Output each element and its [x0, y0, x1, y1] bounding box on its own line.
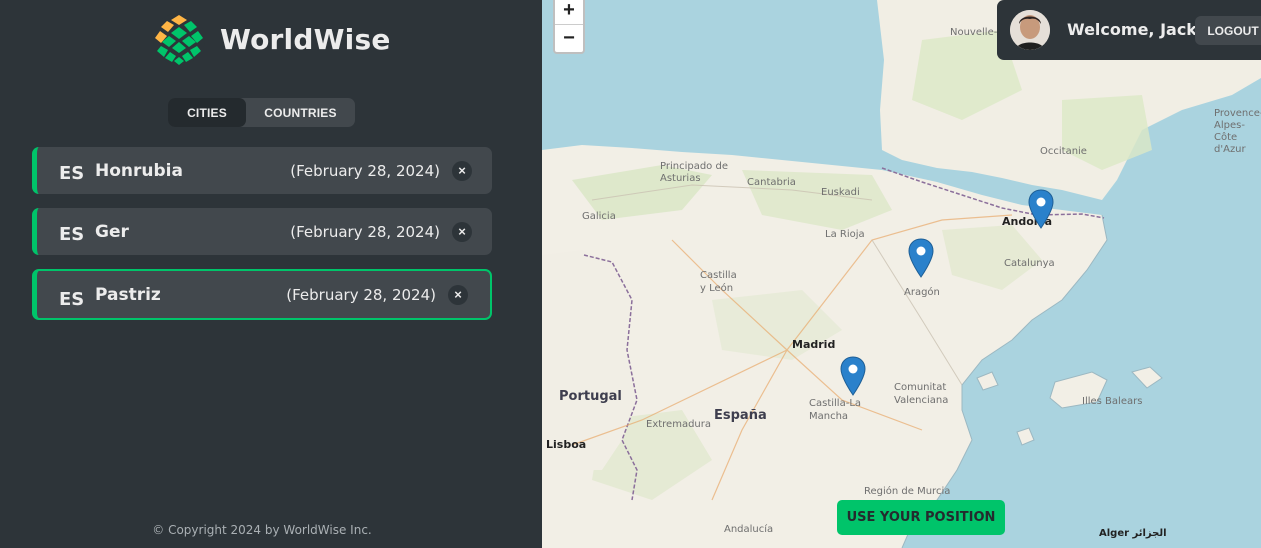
- tab-cities[interactable]: CITIES: [168, 98, 246, 127]
- logo-icon: [153, 13, 205, 65]
- map-label-portugal: Portugal: [559, 389, 622, 404]
- city-date: (February 28, 2024): [290, 161, 440, 180]
- country-flag: ES: [59, 224, 85, 245]
- logout-button[interactable]: LOGOUT: [1195, 16, 1261, 45]
- map[interactable]: Nouvelle-Aquitaine Occitanie Provence-Al…: [542, 0, 1261, 548]
- map-label-illes-balears: Illes Balears: [1082, 396, 1143, 407]
- tab-bar: CITIES COUNTRIES: [168, 98, 355, 127]
- map-label-asturias: Principado de Asturias: [660, 161, 728, 184]
- map-label-euskadi: Euskadi: [821, 187, 860, 198]
- map-label-catalunya: Catalunya: [1004, 258, 1055, 269]
- city-name: Ger: [95, 221, 129, 242]
- zoom-out-button[interactable]: −: [555, 24, 583, 52]
- city-date: (February 28, 2024): [286, 285, 436, 304]
- use-position-button[interactable]: USE YOUR POSITION: [837, 500, 1005, 535]
- copyright: © Copyright 2024 by WorldWise Inc.: [152, 523, 372, 537]
- map-label-espana: España: [714, 408, 767, 423]
- map-label-la-rioja: La Rioja: [825, 229, 865, 240]
- map-label-valenciana: Comunitat Valenciana: [894, 382, 949, 406]
- map-label-castilla-leon: Castilla y León: [700, 270, 737, 294]
- delete-city-button[interactable]: ×: [452, 221, 472, 242]
- sidebar: WorldWise CITIES COUNTRIES ES Honrubia (…: [0, 0, 542, 548]
- map-label-provence: Provence-Alpes-Côte d'Azur: [1214, 108, 1261, 155]
- tab-countries[interactable]: COUNTRIES: [246, 98, 355, 127]
- user-panel: Welcome, Jack LOGOUT: [997, 0, 1261, 60]
- map-tiles: [542, 0, 1261, 548]
- map-label-alger: Alger الجزائر: [1099, 528, 1167, 539]
- map-label-occitanie: Occitanie: [1040, 146, 1087, 157]
- map-label-andalucia: Andalucía: [724, 524, 774, 535]
- map-marker-pastriz[interactable]: [908, 238, 934, 278]
- city-item-honrubia[interactable]: ES Honrubia (February 28, 2024) ×: [32, 147, 492, 194]
- city-list: ES Honrubia (February 28, 2024) × ES Ger…: [32, 147, 492, 334]
- map-label-galicia: Galicia: [582, 211, 616, 222]
- welcome-text: Welcome, Jack: [1067, 20, 1197, 39]
- map-label-cantabria: Cantabria: [747, 177, 796, 188]
- delete-city-button[interactable]: ×: [452, 160, 472, 181]
- map-label-lisboa: Lisboa: [546, 438, 587, 451]
- zoom-in-button[interactable]: +: [555, 0, 583, 24]
- map-label-madrid: Madrid: [792, 338, 836, 351]
- map-label-castilla-mancha: Castilla-La Mancha: [809, 398, 862, 422]
- city-date: (February 28, 2024): [290, 222, 440, 241]
- map-marker-ger[interactable]: [1028, 189, 1054, 229]
- zoom-control: + −: [553, 0, 585, 54]
- logo[interactable]: WorldWise: [152, 12, 391, 66]
- delete-city-button[interactable]: ×: [448, 284, 468, 305]
- city-item-pastriz[interactable]: ES Pastriz (February 28, 2024) ×: [32, 269, 492, 320]
- avatar: [1010, 10, 1050, 50]
- map-label-region-murcia: Región de Murcia: [864, 486, 951, 497]
- city-item-ger[interactable]: ES Ger (February 28, 2024) ×: [32, 208, 492, 255]
- country-flag: ES: [59, 289, 85, 310]
- map-label-extremadura: Extremadura: [646, 419, 711, 430]
- city-name: Honrubia: [95, 160, 183, 181]
- city-name: Pastriz: [95, 284, 161, 305]
- map-marker-honrubia[interactable]: [840, 356, 866, 396]
- map-label-aragon: Aragón: [904, 287, 940, 298]
- app-name: WorldWise: [220, 22, 391, 56]
- country-flag: ES: [59, 163, 85, 184]
